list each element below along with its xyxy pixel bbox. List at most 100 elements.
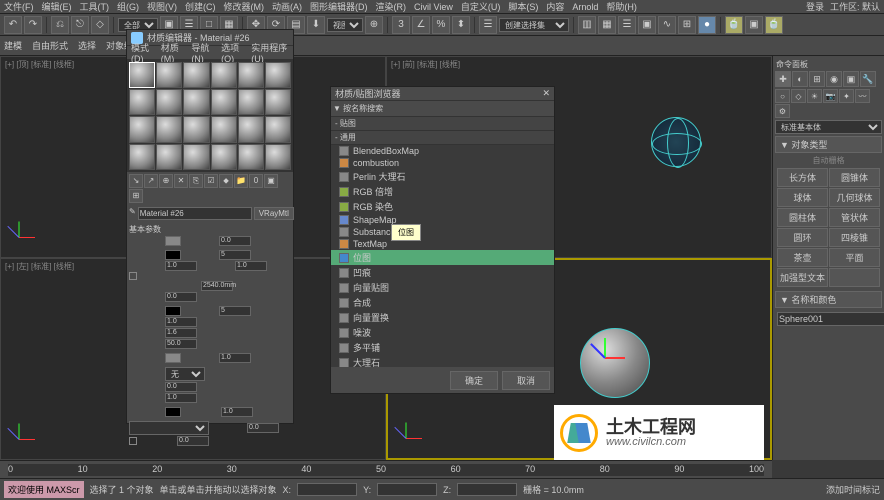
material-id-button[interactable]: 0 bbox=[249, 174, 263, 188]
percent-snap-button[interactable]: % bbox=[432, 16, 450, 34]
spinner-snap-button[interactable]: ⬍ bbox=[452, 16, 470, 34]
material-slot[interactable] bbox=[156, 89, 182, 115]
sphere-wireframe[interactable] bbox=[651, 117, 701, 167]
rollout-header[interactable]: ▼ 名称和颜色 bbox=[775, 291, 882, 308]
map-item[interactable]: RGB 倍增 bbox=[331, 184, 554, 199]
z-coord-input[interactable] bbox=[457, 483, 517, 496]
hilight-value[interactable]: 1.0 bbox=[165, 261, 197, 271]
unlink-button[interactable]: ⎋ bbox=[71, 16, 89, 34]
time-slider[interactable]: 0102030405060708090100 bbox=[8, 464, 764, 476]
browser-titlebar[interactable]: 材质/贴图浏览器 ✕ bbox=[331, 87, 554, 101]
brdf-dropdown[interactable] bbox=[129, 421, 209, 435]
time-tag-prompt[interactable]: 添加时间标记 bbox=[826, 483, 880, 496]
cancel-button[interactable]: 取消 bbox=[502, 371, 550, 390]
map-item[interactable]: 多平铺 bbox=[331, 340, 554, 355]
material-slot[interactable] bbox=[183, 144, 209, 170]
create-tab[interactable]: ✚ bbox=[775, 71, 791, 87]
undo-button[interactable]: ↶ bbox=[4, 16, 22, 34]
hierarchy-tab[interactable]: ⊞ bbox=[809, 71, 825, 87]
shapes-icon[interactable]: ◇ bbox=[791, 89, 806, 103]
menu-view[interactable]: 视图(V) bbox=[147, 0, 177, 13]
torus-button[interactable]: 圆环 bbox=[777, 228, 828, 247]
plane-button[interactable]: 平面 bbox=[829, 248, 880, 267]
cone-button[interactable]: 圆锥体 bbox=[829, 168, 880, 187]
map-item-bitmap[interactable]: 位图 bbox=[331, 250, 554, 265]
material-slot[interactable] bbox=[265, 144, 291, 170]
named-selection-button[interactable]: ☰ bbox=[479, 16, 497, 34]
render-setup-button[interactable]: 🍵 bbox=[725, 16, 743, 34]
put-library-button[interactable]: 📁 bbox=[234, 174, 248, 188]
make-unique-button[interactable]: ⬥ bbox=[219, 174, 233, 188]
teapot-button[interactable]: 茶壶 bbox=[777, 248, 828, 267]
browser-search[interactable]: ▼ 按名称搜索 bbox=[331, 101, 554, 117]
translucent-dropdown[interactable]: 无 bbox=[165, 367, 205, 381]
metalness-value[interactable]: 0.0 bbox=[165, 292, 197, 302]
refract-depth[interactable]: 5 bbox=[219, 306, 251, 316]
menu-file[interactable]: 文件(F) bbox=[4, 0, 34, 13]
usegloss-checkbox[interactable] bbox=[129, 437, 137, 445]
gi-value[interactable]: 1.0 bbox=[221, 407, 253, 417]
menu-grapheditors[interactable]: 图形编辑器(D) bbox=[310, 0, 368, 13]
material-slot[interactable] bbox=[238, 62, 264, 88]
material-editor-button[interactable]: ● bbox=[698, 16, 716, 34]
menu-civilview[interactable]: Civil View bbox=[414, 2, 453, 12]
maxscript-prompt[interactable]: 欢迎使用 MAXScr bbox=[4, 481, 84, 498]
curve-editor-button[interactable]: ∿ bbox=[658, 16, 676, 34]
sphere-button[interactable]: 球体 bbox=[777, 188, 828, 207]
material-slot[interactable] bbox=[265, 89, 291, 115]
mirror-button[interactable]: ▥ bbox=[578, 16, 596, 34]
put-to-scene-button[interactable]: ↗ bbox=[144, 174, 158, 188]
selfillum-swatch[interactable] bbox=[165, 407, 181, 417]
map-item[interactable]: 向量置换 bbox=[331, 310, 554, 325]
glossy-value[interactable]: 1.0 bbox=[165, 317, 197, 327]
reflect-swatch[interactable] bbox=[165, 250, 181, 260]
map-item[interactable]: combustion bbox=[331, 157, 554, 169]
menu-mode[interactable]: 模式(D) bbox=[131, 41, 155, 64]
menu-options[interactable]: 选项(O) bbox=[221, 41, 245, 64]
ior-value[interactable]: 1.6 bbox=[165, 328, 197, 338]
map-item[interactable]: Substance bbox=[331, 226, 554, 238]
pivot-button[interactable]: ⊕ bbox=[365, 16, 383, 34]
helpers-icon[interactable]: ✦ bbox=[839, 89, 854, 103]
geosphere-button[interactable]: 几何球体 bbox=[829, 188, 880, 207]
menu-utilities[interactable]: 实用程序(U) bbox=[251, 41, 289, 64]
link-button[interactable]: ⎌ bbox=[51, 16, 69, 34]
y-coord-input[interactable] bbox=[377, 483, 437, 496]
systems-icon[interactable]: ⚙ bbox=[775, 104, 790, 118]
map-item[interactable]: 合成 bbox=[331, 295, 554, 310]
maxdepth-value[interactable]: 5 bbox=[219, 250, 251, 260]
category-maps[interactable]: - 贴图 bbox=[331, 117, 554, 131]
material-slot[interactable] bbox=[211, 89, 237, 115]
map-item[interactable]: Perlin 大理石 bbox=[331, 169, 554, 184]
box-button[interactable]: 长方体 bbox=[777, 168, 828, 187]
material-slot[interactable] bbox=[129, 62, 155, 88]
menu-material[interactable]: 材质(M) bbox=[161, 41, 186, 64]
fresnel-checkbox[interactable] bbox=[129, 272, 137, 280]
assign-button[interactable]: ⊕ bbox=[159, 174, 173, 188]
map-item[interactable]: 大理石 bbox=[331, 355, 554, 367]
motion-tab[interactable]: ◉ bbox=[826, 71, 842, 87]
material-name-input[interactable] bbox=[138, 207, 252, 220]
menu-animation[interactable]: 动画(A) bbox=[272, 0, 302, 13]
x-coord-input[interactable] bbox=[297, 483, 357, 496]
menu-help[interactable]: 帮助(H) bbox=[606, 0, 637, 13]
pyramid-button[interactable]: 四棱锥 bbox=[829, 228, 880, 247]
material-slot[interactable] bbox=[183, 62, 209, 88]
render-button[interactable]: 🍵 bbox=[765, 16, 783, 34]
roughness-value[interactable]: 0.0 bbox=[219, 236, 251, 246]
modify-tab[interactable]: ◐ bbox=[792, 71, 808, 87]
place-button[interactable]: ⬇ bbox=[307, 16, 325, 34]
refract-swatch[interactable] bbox=[165, 306, 181, 316]
menu-script[interactable]: 脚本(S) bbox=[508, 0, 538, 13]
viewport-label[interactable]: [+] [前] [标准] [线框] bbox=[391, 59, 460, 70]
utilities-tab[interactable]: 🔧 bbox=[860, 71, 876, 87]
get-material-button[interactable]: ↘ bbox=[129, 174, 143, 188]
menu-create[interactable]: 创建(C) bbox=[185, 0, 216, 13]
lights-icon[interactable]: ☀ bbox=[807, 89, 822, 103]
map-item[interactable]: 噪波 bbox=[331, 325, 554, 340]
diffuse-swatch[interactable] bbox=[165, 236, 181, 246]
named-selection-dropdown[interactable]: 创建选择集 bbox=[499, 18, 569, 32]
menu-modifiers[interactable]: 修改器(M) bbox=[224, 0, 265, 13]
close-button[interactable]: ✕ bbox=[542, 88, 550, 99]
render-frame-button[interactable]: ▣ bbox=[745, 16, 763, 34]
